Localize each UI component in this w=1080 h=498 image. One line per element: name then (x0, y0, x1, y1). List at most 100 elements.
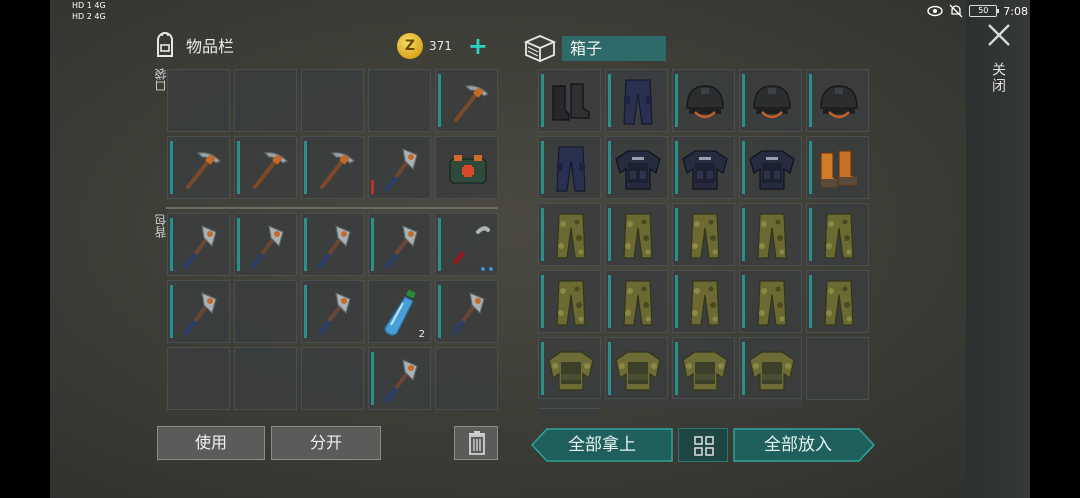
pocket-slot[interactable] (234, 69, 297, 132)
backpack-slot[interactable] (301, 280, 364, 343)
pants-camo-icon (679, 210, 731, 262)
pants-camo-icon (545, 210, 597, 262)
box-slot[interactable] (605, 337, 668, 400)
box-title: 箱子 (562, 35, 666, 61)
boots-orange-icon (813, 143, 865, 195)
pocket-slot[interactable] (234, 136, 297, 199)
box-slot[interactable] (672, 337, 735, 400)
pocket-slot[interactable] (301, 69, 364, 132)
pocket-slot[interactable] (368, 136, 431, 199)
inventory-title: 物品栏 (186, 37, 235, 56)
put-all-label: 全部放入 (764, 435, 832, 455)
box-slot[interactable] (739, 270, 802, 333)
backpack-slot[interactable] (234, 213, 297, 276)
backpack-slot[interactable] (167, 280, 230, 343)
axe-icon (308, 220, 360, 272)
crate-icon (523, 35, 557, 63)
pocket-slot[interactable] (368, 69, 431, 132)
jacket-camo-icon (612, 344, 664, 396)
inventory-header: 物品栏 (150, 30, 234, 60)
box-slot[interactable] (806, 337, 869, 400)
backpack-slot[interactable] (167, 213, 230, 276)
backpack-slot[interactable] (435, 213, 498, 276)
box-slot[interactable] (605, 69, 668, 132)
axe-icon (174, 220, 226, 272)
pocket-slot[interactable] (167, 136, 230, 199)
pocket-slot[interactable] (435, 69, 498, 132)
backpack-slot[interactable] (301, 347, 364, 410)
box-slot[interactable] (672, 69, 735, 132)
box-slot[interactable] (672, 203, 735, 266)
backpack-slot[interactable] (435, 280, 498, 343)
jacket-camo-icon (545, 344, 597, 396)
box-slot[interactable] (672, 136, 735, 199)
box-slot[interactable] (538, 337, 601, 400)
box-slot[interactable] (739, 337, 802, 400)
box-slot[interactable] (739, 69, 802, 132)
helmet-icon (813, 76, 865, 128)
box-slot[interactable] (806, 203, 869, 266)
trash-icon (469, 431, 485, 455)
box-slot[interactable] (538, 203, 601, 266)
attachment-dots (481, 267, 493, 271)
box-slot[interactable] (605, 270, 668, 333)
pants-navy-icon (612, 76, 664, 128)
vest-navy-icon (746, 143, 798, 195)
backpack-slot[interactable] (167, 347, 230, 410)
pocket-slot[interactable] (167, 69, 230, 132)
backpack-slot[interactable] (368, 347, 431, 410)
axe-icon (375, 143, 427, 195)
backpack-slot[interactable]: 2 (368, 280, 431, 343)
box-slot[interactable] (538, 270, 601, 333)
pants-camo-icon (545, 277, 597, 329)
split-button[interactable]: 分开 (271, 426, 381, 460)
add-coins-button[interactable]: + (468, 34, 488, 58)
box-slot[interactable] (739, 136, 802, 199)
box-slot[interactable] (739, 203, 802, 266)
backpack-slot[interactable] (301, 213, 364, 276)
box-slot[interactable] (605, 136, 668, 199)
pants-camo-icon (746, 210, 798, 262)
pants-camo-icon (813, 277, 865, 329)
box-slot[interactable] (538, 136, 601, 199)
put-all-button[interactable]: 全部放入 (733, 428, 876, 462)
axe-icon (375, 354, 427, 406)
trash-button[interactable] (454, 426, 498, 460)
grid-sort-icon (694, 436, 714, 456)
close-label[interactable]: 关闭 (990, 62, 1008, 94)
use-button[interactable]: 使用 (157, 426, 265, 460)
jacket-camo-icon (679, 344, 731, 396)
eye-icon (927, 5, 943, 17)
pants-camo-icon (746, 277, 798, 329)
box-slot[interactable] (806, 136, 869, 199)
box-slot[interactable] (806, 69, 869, 132)
box-grid (538, 69, 869, 400)
axe-icon (375, 220, 427, 272)
axe-icon (241, 220, 293, 272)
box-slot[interactable] (538, 69, 601, 132)
jacket-camo-icon (746, 344, 798, 396)
pickaxe-icon (241, 143, 293, 195)
backpack-grid: 2 (167, 213, 498, 410)
box-slot[interactable] (605, 203, 668, 266)
grid-divider (166, 207, 498, 209)
axe-icon (442, 287, 494, 339)
boots-black-icon (545, 76, 597, 128)
box-slot[interactable] (806, 270, 869, 333)
backpack-icon (157, 32, 173, 57)
box-slot[interactable] (672, 270, 735, 333)
backpack-slot[interactable] (368, 213, 431, 276)
pocket-slot[interactable] (301, 136, 364, 199)
backpack-slot[interactable] (234, 280, 297, 343)
box-grid-more[interactable] (538, 398, 868, 418)
close-icon[interactable] (986, 22, 1012, 48)
sort-button[interactable] (678, 428, 728, 462)
signal-line-2: HD 2 4G (72, 12, 106, 21)
medkit-icon (442, 143, 494, 195)
backpack-slot[interactable] (234, 347, 297, 410)
pickaxe-icon (174, 143, 226, 195)
helmet-icon (679, 76, 731, 128)
pocket-slot[interactable] (435, 136, 498, 199)
take-all-button[interactable]: 全部拿上 (530, 428, 673, 462)
backpack-slot[interactable] (435, 347, 498, 410)
